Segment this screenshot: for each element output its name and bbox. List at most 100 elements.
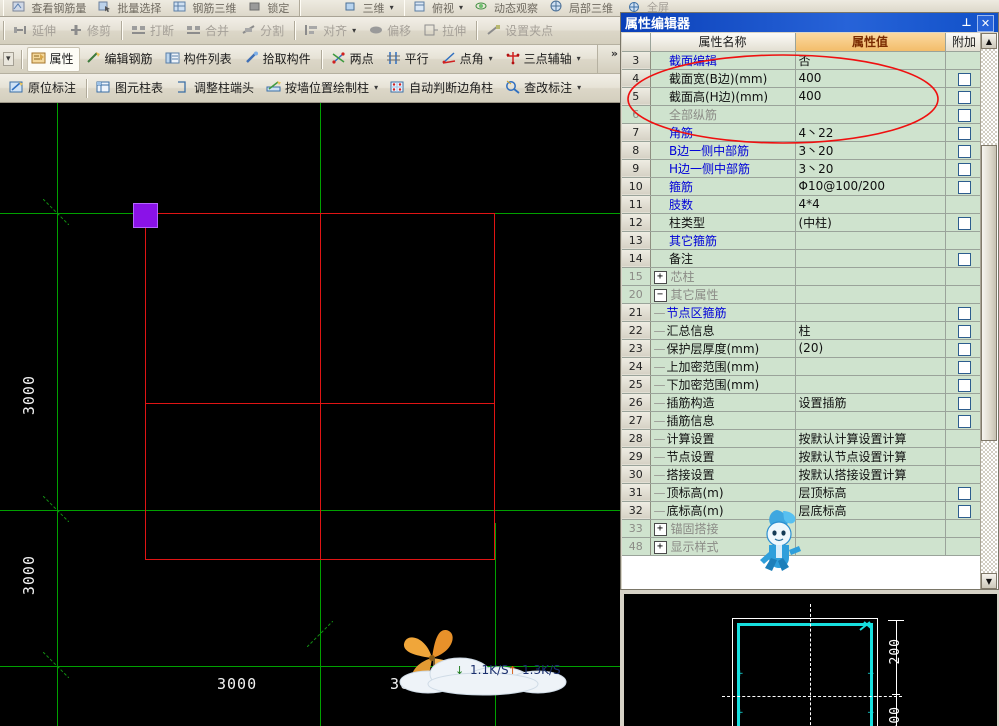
property-value-cell[interactable]: 按默认计算设置计算 — [795, 429, 946, 448]
property-name-cell[interactable]: —上加密范围(mm) — [650, 357, 796, 376]
property-name-cell[interactable]: —汇总信息 — [650, 321, 796, 340]
row-number[interactable]: 10 — [622, 177, 651, 196]
property-value-cell[interactable]: Φ10@100/200 — [795, 177, 946, 196]
scrollbar-thumb[interactable] — [981, 145, 997, 441]
checkbox[interactable] — [957, 324, 971, 338]
row-number[interactable]: 23 — [622, 339, 651, 358]
property-name-cell[interactable]: —下加密范围(mm) — [650, 375, 796, 394]
chevron-down-icon[interactable]: ▾ — [352, 26, 356, 35]
table-row[interactable]: 12 柱类型 (中柱) — [622, 213, 984, 232]
table-row[interactable]: 3 截面编辑 否 — [622, 51, 984, 70]
row-number[interactable]: 3 — [622, 51, 651, 70]
extra-checkbox-cell[interactable] — [945, 411, 984, 430]
chevron-down-icon[interactable]: ▾ — [390, 4, 394, 12]
pin-icon[interactable]: ⊥ — [959, 15, 974, 30]
header-extra[interactable]: 附加 — [945, 33, 984, 52]
table-row[interactable]: 24 —上加密范围(mm) — [622, 357, 984, 376]
checkbox[interactable] — [957, 90, 971, 104]
extra-checkbox-cell[interactable] — [945, 195, 984, 214]
extra-checkbox-cell[interactable] — [945, 105, 984, 124]
property-value-cell[interactable] — [795, 303, 946, 322]
toolbar-item-check-annotation[interactable]: 查改标注 ▾ — [501, 76, 587, 101]
extra-checkbox-cell[interactable] — [945, 357, 984, 376]
property-value-cell[interactable] — [795, 411, 946, 430]
row-number[interactable]: 30 — [622, 465, 651, 484]
toolbar-item-batch-select[interactable]: 批量选择 — [94, 0, 167, 16]
row-number[interactable]: 15 — [622, 267, 651, 286]
checkbox[interactable] — [957, 72, 971, 86]
row-number[interactable]: 48 — [622, 537, 651, 556]
property-value-cell[interactable]: 否 — [795, 51, 946, 70]
checkbox[interactable] — [957, 342, 971, 356]
property-name-cell[interactable]: —插筋信息 — [650, 411, 796, 430]
property-value-cell[interactable] — [795, 537, 946, 556]
property-value-cell[interactable] — [795, 249, 946, 268]
property-grid[interactable]: 属性名称 属性值 附加 3 截面编辑否 4 截面宽(B边)(mm) 400 5 截面高… — [622, 33, 998, 589]
row-number[interactable]: 32 — [622, 501, 651, 520]
extra-checkbox-cell[interactable] — [945, 465, 984, 484]
network-speed-widget[interactable]: ↓ 1.1K/S ↑ 1.3K/S — [398, 628, 578, 698]
property-name-cell[interactable]: 其它箍筋 — [650, 231, 796, 250]
property-value-cell[interactable]: 3⼂20 — [795, 159, 946, 178]
row-number[interactable]: 27 — [622, 411, 651, 430]
property-name-cell[interactable]: + 芯柱 — [650, 267, 796, 286]
row-number[interactable]: 4 — [622, 69, 651, 88]
checkbox[interactable] — [957, 252, 971, 266]
row-number[interactable]: 5 — [622, 87, 651, 106]
property-name-cell[interactable]: 截面高(H边)(mm) — [650, 87, 796, 106]
property-value-cell[interactable]: 400 — [795, 69, 946, 88]
toolbar-item-view-rebar[interactable]: 查看钢筋量 — [8, 0, 92, 16]
toolbar-item-set-grip[interactable]: 设置夹点 — [482, 18, 559, 43]
property-value-cell[interactable]: 4*4 — [795, 195, 946, 214]
row-number[interactable]: 22 — [622, 321, 651, 340]
row-number[interactable]: 8 — [622, 141, 651, 160]
property-value-cell[interactable] — [795, 285, 946, 304]
extra-checkbox-cell[interactable] — [945, 429, 984, 448]
section-preview-canvas[interactable]: + + + + · · 200 400 — [624, 594, 997, 726]
property-value-cell[interactable]: 3⼂20 — [795, 141, 946, 160]
toolbar-item-lock[interactable]: 锁定 — [244, 0, 295, 16]
toolbar-item-component-list[interactable]: 构件列表 — [161, 47, 238, 72]
toolbar-item-align[interactable]: 对齐 ▾ — [300, 18, 362, 43]
table-row[interactable]: 8 B边一侧中部筋 3⼂20 — [622, 141, 984, 160]
table-row[interactable]: 6 全部纵筋 — [622, 105, 984, 124]
extra-checkbox-cell[interactable] — [945, 285, 984, 304]
toolbar-row-modify[interactable]: 延伸 修剪 打断 合并 分割 对齐 ▾ 偏移 拉伸 设置夹点 — [0, 17, 620, 45]
toolbar-item-properties[interactable]: 属性 — [26, 46, 80, 72]
table-row[interactable]: 14 备注 — [622, 249, 984, 268]
property-value-cell[interactable]: 层顶标高 — [795, 483, 946, 502]
property-name-cell[interactable]: 肢数 — [650, 195, 796, 214]
table-row[interactable]: 11 肢数 4*4 — [622, 195, 984, 214]
table-row[interactable]: 7 角筋 4⼂22 — [622, 123, 984, 142]
property-name-cell[interactable]: —计算设置 — [650, 429, 796, 448]
chevron-down-icon[interactable]: ▾ — [459, 4, 463, 12]
checkbox[interactable] — [957, 144, 971, 158]
table-row[interactable]: 30 —搭接设置 按默认搭接设置计算 — [622, 465, 984, 484]
table-row[interactable]: 10 箍筋 Φ10@100/200 — [622, 177, 984, 196]
property-name-cell[interactable]: 备注 — [650, 249, 796, 268]
extra-checkbox-cell[interactable] — [945, 123, 984, 142]
toolbar-item-parallel[interactable]: 平行 — [382, 47, 435, 72]
extra-checkbox-cell[interactable] — [945, 303, 984, 322]
selected-column-element[interactable] — [133, 203, 158, 228]
extra-checkbox-cell[interactable] — [945, 501, 984, 520]
property-name-cell[interactable]: 箍筋 — [650, 177, 796, 196]
close-icon[interactable]: ✕ — [977, 15, 994, 32]
toolbar-item-two-point[interactable]: 两点 — [327, 47, 380, 72]
property-value-cell[interactable]: 设置插筋 — [795, 393, 946, 412]
extra-checkbox-cell[interactable] — [945, 447, 984, 466]
expand-icon[interactable]: + — [653, 522, 667, 536]
extra-checkbox-cell[interactable] — [945, 321, 984, 340]
toolbar-item-extend[interactable]: 延伸 — [9, 18, 62, 43]
collapse-icon[interactable]: − — [653, 288, 667, 302]
toolbar-item-insitu-annotation[interactable]: 原位标注 — [5, 76, 82, 101]
checkbox[interactable] — [957, 180, 971, 194]
toolbar-item-pick-component[interactable]: 拾取构件 — [240, 47, 317, 72]
row-number[interactable]: 20 — [622, 285, 651, 304]
scroll-down-arrow-icon[interactable]: ▼ — [981, 573, 997, 589]
property-name-cell[interactable]: —节点区箍筋 — [650, 303, 796, 322]
toolbar-item-stretch[interactable]: 拉伸 — [419, 18, 472, 43]
extra-checkbox-cell[interactable] — [945, 51, 984, 70]
table-row[interactable]: 21 —节点区箍筋 — [622, 303, 984, 322]
chevron-down-icon[interactable]: ▾ — [577, 55, 581, 63]
